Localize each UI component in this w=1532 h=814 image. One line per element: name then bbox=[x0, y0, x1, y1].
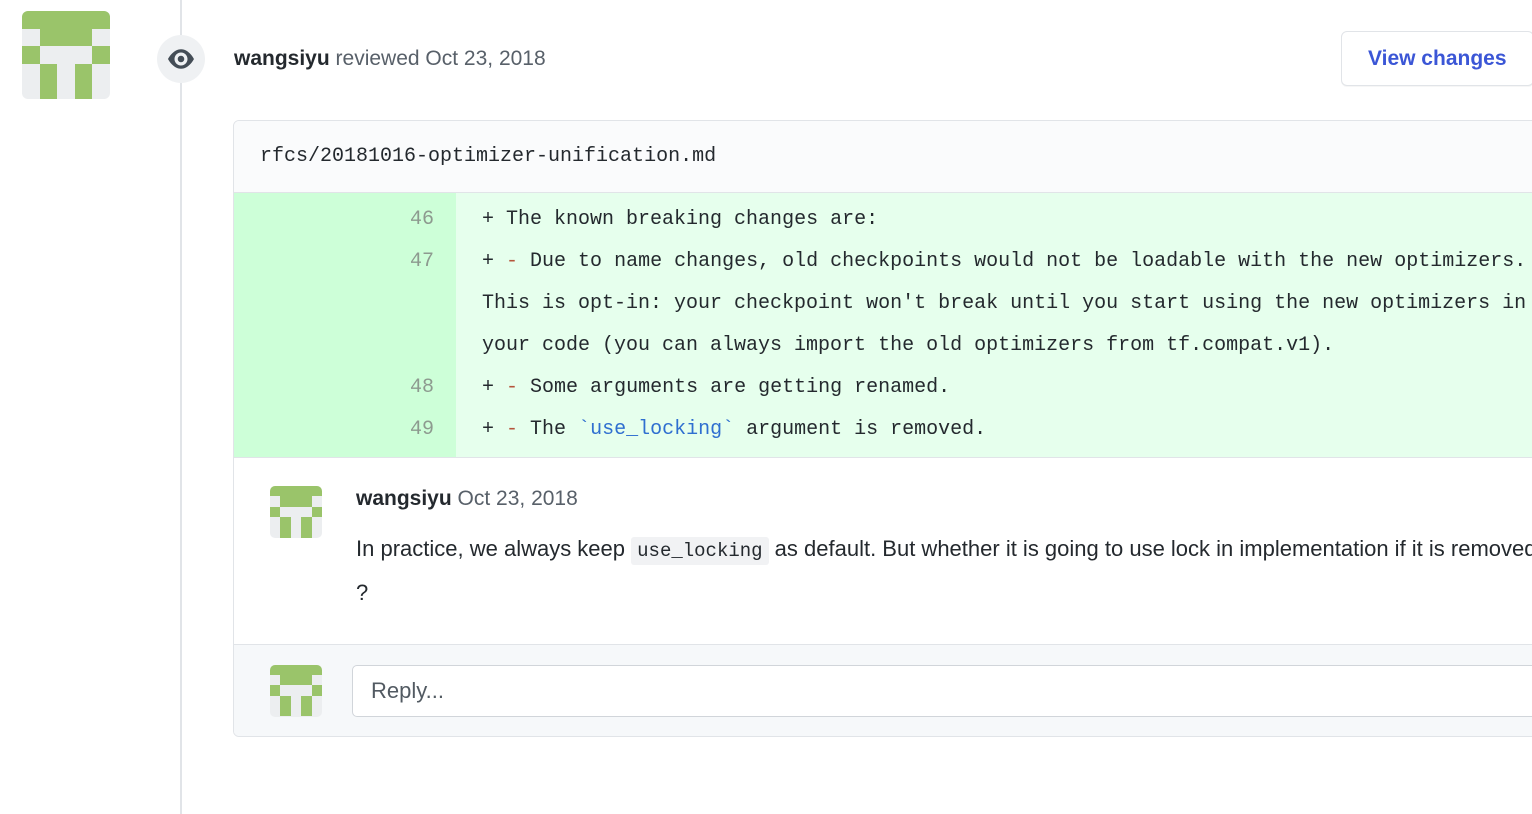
diff-line-number: 48 bbox=[234, 367, 456, 409]
table-row[interactable]: 47 + - Due to name changes, old checkpoi… bbox=[234, 241, 1532, 367]
comment-date: Oct 23, 2018 bbox=[457, 487, 578, 510]
comment-author[interactable]: wangsiyu bbox=[356, 487, 452, 510]
comment-body: In practice, we always keep use_locking … bbox=[356, 528, 1532, 614]
diff-marker: + bbox=[482, 376, 495, 399]
diff-marker: + bbox=[482, 208, 495, 231]
diff-file-header[interactable]: rfcs/20181016-optimizer-unification.md bbox=[234, 121, 1532, 193]
table-row[interactable]: 46 + The known breaking changes are: bbox=[234, 193, 1532, 241]
avatar[interactable] bbox=[270, 664, 322, 717]
comment-inline-code: use_locking bbox=[631, 537, 769, 565]
review-action: reviewed bbox=[329, 47, 426, 70]
diff-line-number: 46 bbox=[234, 193, 456, 241]
eye-icon bbox=[157, 35, 205, 83]
identicon-avatar bbox=[270, 664, 322, 717]
diff-line-content: + - Due to name changes, old checkpoints… bbox=[456, 241, 1532, 367]
diff-line-text: Due to name changes, old checkpoints wou… bbox=[482, 250, 1527, 357]
review-comment-card: rfcs/20181016-optimizer-unification.md 4… bbox=[233, 120, 1532, 737]
diff-marker: + bbox=[482, 418, 495, 441]
diff-line-content: + The known breaking changes are: bbox=[456, 193, 1532, 241]
diff-line-text: The known breaking changes are: bbox=[494, 208, 879, 231]
diff-file-name: rfcs/20181016-optimizer-unification.md bbox=[260, 145, 717, 168]
review-summary: wangsiyu reviewed Oct 23, 2018 bbox=[234, 44, 546, 74]
markdown-bullet: - bbox=[506, 376, 519, 399]
diff-line-text-before: The bbox=[518, 418, 579, 441]
diff-line-text-after: argument is removed. bbox=[734, 418, 987, 441]
identicon-avatar bbox=[270, 486, 322, 538]
timeline-rail bbox=[180, 0, 182, 814]
table-row[interactable]: 48 + - Some arguments are getting rename… bbox=[234, 367, 1532, 409]
review-header: wangsiyu reviewed Oct 23, 2018 View chan… bbox=[0, 0, 1532, 118]
inline-comment: wangsiyu Oct 23, 2018 In practice, we al… bbox=[234, 457, 1532, 644]
markdown-bullet: - bbox=[506, 250, 519, 273]
diff-marker: + bbox=[482, 250, 495, 273]
diff-table: 46 + The known breaking changes are: 47 … bbox=[234, 193, 1532, 457]
comment-meta: wangsiyu Oct 23, 2018 bbox=[356, 484, 1532, 514]
avatar[interactable] bbox=[270, 486, 322, 538]
reply-input[interactable] bbox=[352, 664, 1532, 717]
diff-inline-code: `use_locking` bbox=[578, 418, 735, 441]
diff-line-text: Some arguments are getting renamed. bbox=[518, 376, 951, 399]
review-date: Oct 23, 2018 bbox=[425, 47, 546, 70]
view-changes-button[interactable]: View changes bbox=[1341, 31, 1532, 86]
diff-line-number: 47 bbox=[234, 241, 456, 367]
diff-line-number: 49 bbox=[234, 409, 456, 457]
comment-text-before: In practice, we always keep bbox=[356, 536, 632, 561]
table-row[interactable]: 49 + - The `use_locking` argument is rem… bbox=[234, 409, 1532, 457]
diff-line-content: + - Some arguments are getting renamed. bbox=[456, 367, 1532, 409]
review-author[interactable]: wangsiyu bbox=[234, 47, 330, 70]
reply-bar bbox=[234, 644, 1532, 736]
pr-review-timeline-item: wangsiyu reviewed Oct 23, 2018 View chan… bbox=[0, 0, 1532, 814]
diff-line-content: + - The `use_locking` argument is remove… bbox=[456, 409, 1532, 457]
markdown-bullet: - bbox=[506, 418, 519, 441]
